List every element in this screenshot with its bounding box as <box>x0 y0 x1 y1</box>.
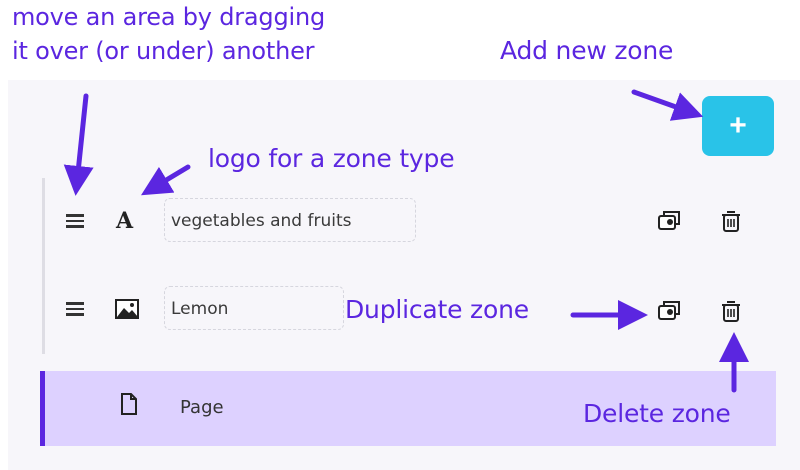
zone-name-field[interactable]: vegetables and fruits <box>164 198 416 242</box>
add-zone-button[interactable]: + <box>702 96 774 156</box>
trash-icon[interactable] <box>718 208 744 234</box>
trash-icon[interactable] <box>718 298 744 324</box>
drag-handle-icon[interactable] <box>66 214 84 228</box>
zone-name-field[interactable]: Lemon <box>164 286 344 330</box>
text-type-icon: A <box>116 208 134 234</box>
annotation-logo: logo for a zone type <box>208 144 455 173</box>
annotation-drag-line1: move an area by dragging <box>12 3 326 31</box>
annotation-duplicate: Duplicate zone <box>345 295 529 324</box>
drag-handle-icon[interactable] <box>66 302 84 316</box>
annotation-add-zone: Add new zone <box>500 36 674 65</box>
duplicate-icon[interactable] <box>656 298 682 324</box>
image-type-icon <box>114 298 140 324</box>
annotation-drag-line2: it over (or under) another <box>12 37 315 65</box>
annotation-delete: Delete zone <box>583 399 731 428</box>
zone-list-rail <box>42 178 45 354</box>
duplicate-icon[interactable] <box>656 208 682 234</box>
page-icon <box>120 393 138 419</box>
page-label: Page <box>180 397 224 418</box>
